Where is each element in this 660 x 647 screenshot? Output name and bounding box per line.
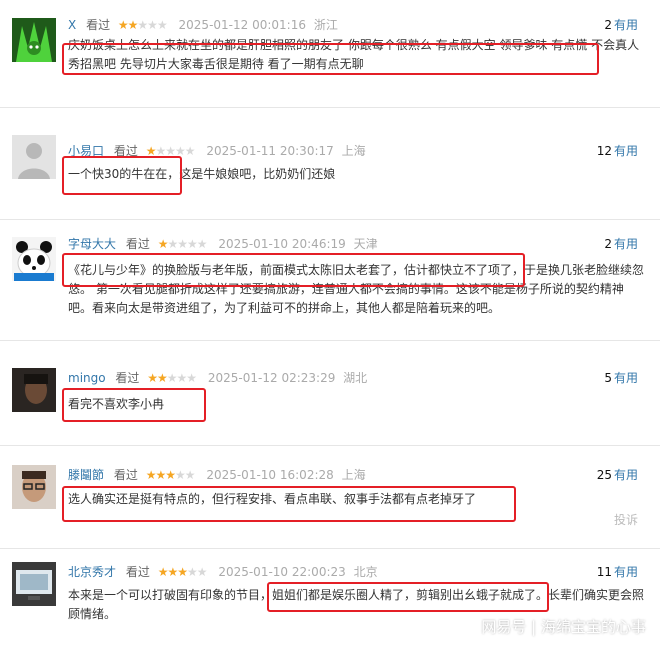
- review-text: 庆奶饭桌上怎么上来就在坐的都是肝胆相照的朋友了 你跟每个很熟么 有点假大空 领导…: [68, 36, 646, 74]
- review-item: 小易口 看过 ★★★★★ 2025-01-11 20:30:17 上海 12 有用…: [0, 107, 660, 220]
- rating-stars: ★★★★★: [145, 468, 196, 482]
- review-text: 一个快30的牛在在，这是牛娘娘吧，比奶奶们还娘: [68, 165, 646, 184]
- useful-count: 25: [596, 468, 612, 482]
- rating-stars: ★★★★★: [147, 371, 197, 385]
- watermark: 网易号 | 海绵宝宝的心事: [481, 618, 646, 636]
- useful-count: 11: [596, 565, 612, 579]
- useful-label[interactable]: 有用: [614, 237, 638, 251]
- watch-status: 看过: [125, 565, 150, 579]
- panda-avatar-icon[interactable]: [12, 237, 56, 281]
- useful-label[interactable]: 有用: [614, 565, 638, 579]
- man-glasses-avatar-icon[interactable]: [12, 465, 56, 509]
- rating-stars: ★★★★★: [157, 565, 208, 579]
- screen-avatar-icon[interactable]: [12, 562, 56, 606]
- review-meta: 北京秀才 看过 ★★★★★ 2025-01-10 22:00:23 北京: [68, 564, 378, 580]
- review-date: 2025-01-10 20:46:19: [218, 237, 346, 251]
- review-region: 上海: [341, 144, 366, 158]
- highlighted-text: 看完不喜欢李小冉: [68, 397, 165, 411]
- watch-status: 看过: [113, 468, 138, 482]
- review-meta: X 看过 ★★★★★ 2025-01-12 00:01:16 浙江: [68, 17, 338, 33]
- review-date: 2025-01-10 16:02:28: [206, 468, 334, 482]
- dark-portrait-avatar-icon[interactable]: [12, 368, 56, 412]
- watch-status: 看过: [86, 18, 111, 32]
- useful-vote[interactable]: 12 有用: [597, 143, 638, 159]
- review-meta: 字母大大 看过 ★★★★★ 2025-01-10 20:46:19 天津: [68, 236, 378, 252]
- review-item: 字母大大 看过 ★★★★★ 2025-01-10 20:46:19 天津 2 有用…: [0, 219, 660, 341]
- review-item: X 看过 ★★★★★ 2025-01-12 00:01:16 浙江 2 有用 庆奶…: [0, 0, 660, 108]
- review-region: 北京: [353, 565, 378, 579]
- useful-label[interactable]: 有用: [614, 144, 638, 158]
- useful-count: 12: [596, 144, 612, 158]
- useful-count: 2: [604, 18, 612, 32]
- highlighted-text: 一个快30的牛在在，: [68, 167, 180, 181]
- username-link[interactable]: 小易口: [68, 144, 104, 158]
- review-date: 2025-01-11 20:30:17: [206, 144, 334, 158]
- username-link[interactable]: 字母大大: [68, 237, 116, 251]
- useful-label[interactable]: 有用: [614, 468, 638, 482]
- useful-vote[interactable]: 2 有用: [604, 17, 638, 33]
- review-item: 滕鬮節 看过 ★★★★★ 2025-01-10 16:02:28 上海 25 有用…: [0, 445, 660, 549]
- useful-count: 2: [604, 237, 612, 251]
- review-date: 2025-01-12 02:23:29: [207, 371, 336, 385]
- highlighted-text: 选人确实还是挺有特点的，但行程安排、看点串联、叙事手法都有点老掉牙了: [68, 492, 477, 506]
- useful-label[interactable]: 有用: [614, 18, 638, 32]
- watch-status: 看过: [113, 144, 138, 158]
- highlighted-text: 《花儿与少年》的换脸版与老年版，前面模式太陈旧太老套了，估计都快立不了项了，: [68, 263, 525, 277]
- useful-label[interactable]: 有用: [614, 371, 638, 385]
- review-date: 2025-01-12 00:01:16: [178, 18, 306, 32]
- rating-stars: ★★★★★: [117, 18, 168, 32]
- highlighted-text: 姐姐们都是娱乐圈人精了，剪辑别出幺蛾子就成了: [272, 588, 537, 602]
- review-region: 天津: [353, 237, 378, 251]
- useful-count: 5: [604, 371, 612, 385]
- review-region: 浙江: [313, 18, 338, 32]
- watch-status: 看过: [125, 237, 150, 251]
- default-avatar-icon[interactable]: [12, 135, 56, 179]
- review-text-rest: 这是牛娘娘吧，比奶奶们还娘: [179, 167, 336, 181]
- username-link[interactable]: X: [68, 18, 76, 32]
- review-meta: 滕鬮節 看过 ★★★★★ 2025-01-10 16:02:28 上海: [68, 467, 366, 483]
- report-link[interactable]: 投诉: [614, 511, 638, 528]
- review-text: 选人确实还是挺有特点的，但行程安排、看点串联、叙事手法都有点老掉牙了: [68, 490, 646, 509]
- review-meta: 小易口 看过 ★★★★★ 2025-01-11 20:30:17 上海: [68, 143, 366, 159]
- useful-vote[interactable]: 11 有用: [597, 564, 638, 580]
- highlighted-text: 庆奶饭桌上怎么上来就在坐的都是肝胆相照的朋友了 你跟每个很熟么 有点假大空 领导…: [68, 38, 588, 52]
- useful-vote[interactable]: 25 有用: [597, 467, 638, 483]
- review-meta: mingo 看过 ★★★★★ 2025-01-12 02:23:29 湖北: [68, 370, 367, 386]
- rating-stars: ★★★★★: [157, 237, 208, 251]
- rating-stars: ★★★★★: [145, 144, 196, 158]
- review-text: 看完不喜欢李小冉: [68, 395, 646, 414]
- username-link[interactable]: mingo: [68, 371, 106, 385]
- review-region: 湖北: [343, 371, 368, 385]
- watch-status: 看过: [115, 371, 140, 385]
- review-text: 《花儿与少年》的换脸版与老年版，前面模式太陈旧太老套了，估计都快立不了项了，于是…: [68, 261, 646, 318]
- useful-vote[interactable]: 2 有用: [604, 236, 638, 252]
- review-item: mingo 看过 ★★★★★ 2025-01-12 02:23:29 湖北 5有…: [0, 340, 660, 446]
- review-date: 2025-01-10 22:00:23: [218, 565, 346, 579]
- username-link[interactable]: 北京秀才: [68, 565, 116, 579]
- review-region: 上海: [341, 468, 366, 482]
- green-creature-icon[interactable]: [12, 18, 56, 62]
- review-text-pre: 本来是一个可以打破固有印象的节目，: [68, 588, 273, 602]
- username-link[interactable]: 滕鬮節: [68, 468, 104, 482]
- useful-vote[interactable]: 5 有用: [604, 370, 638, 386]
